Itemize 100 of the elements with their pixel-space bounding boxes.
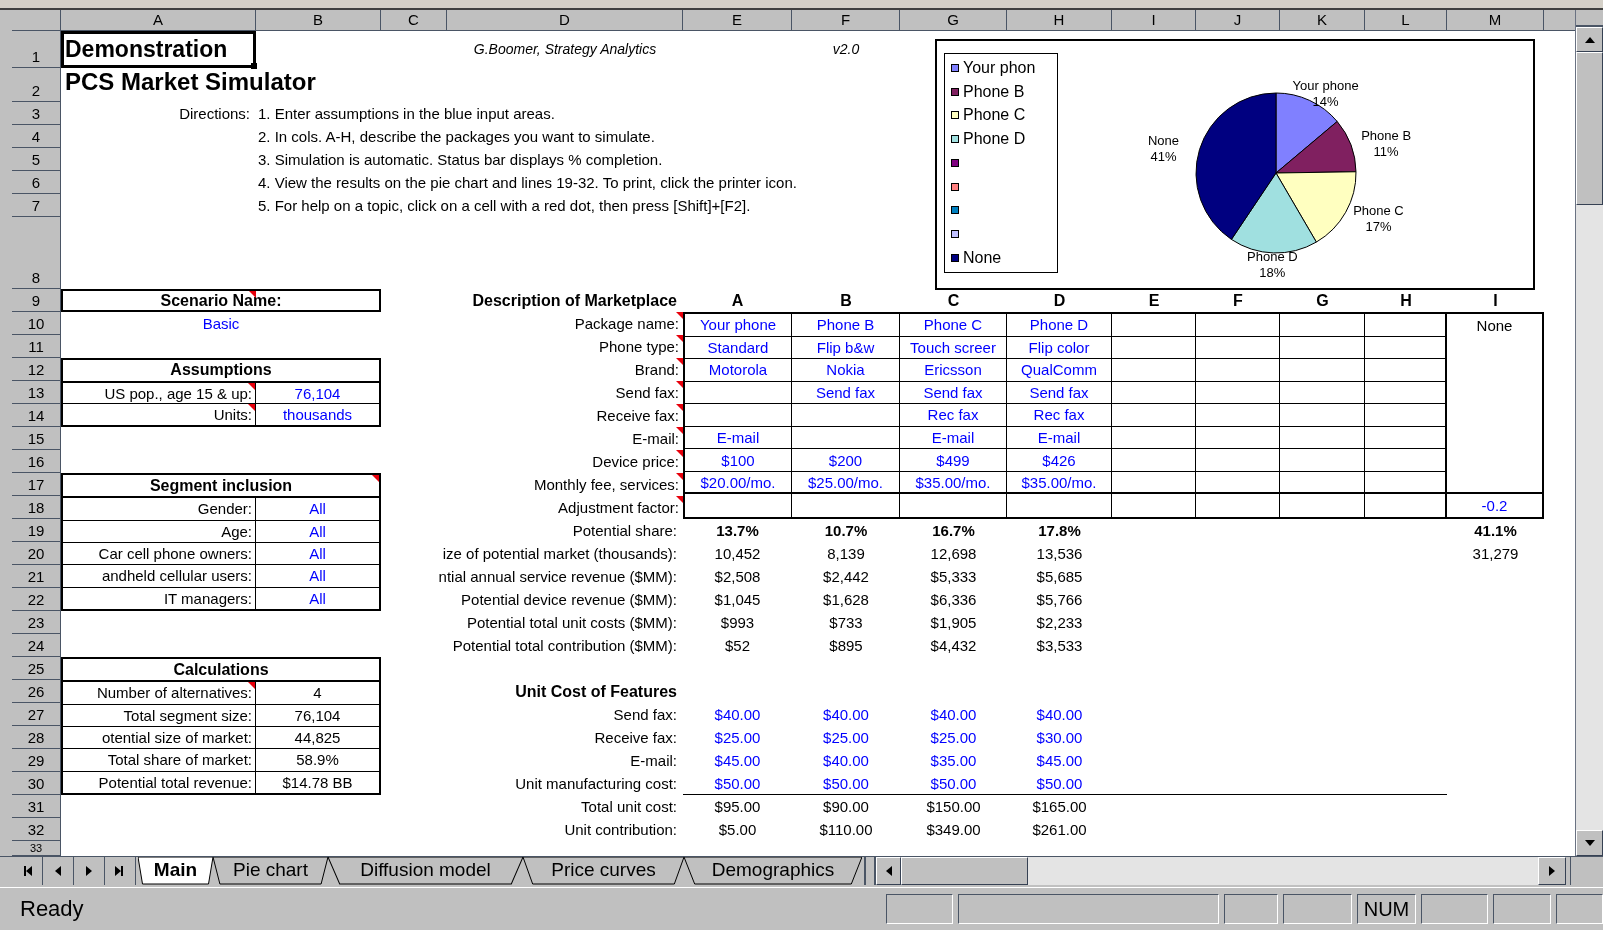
row-header[interactable]: 9 bbox=[12, 289, 61, 312]
column-header[interactable]: L bbox=[1365, 10, 1447, 31]
row-header[interactable]: 15 bbox=[12, 427, 61, 450]
table-cell-text: $150.00 bbox=[925, 797, 982, 817]
column-label: B bbox=[839, 290, 853, 311]
row-header[interactable]: 24 bbox=[12, 634, 61, 657]
row-header[interactable]: 22 bbox=[12, 588, 61, 611]
table-cell-text: $5.00 bbox=[717, 820, 758, 840]
scroll-thumb[interactable] bbox=[1576, 52, 1603, 205]
table-cell-text: 10,452 bbox=[713, 544, 762, 564]
column-header[interactable]: G bbox=[900, 10, 1007, 31]
row-header[interactable]: 12 bbox=[12, 358, 61, 381]
scroll-thumb[interactable] bbox=[901, 857, 1028, 885]
sheet-tab[interactable]: Pie chart bbox=[213, 857, 328, 885]
row-header[interactable]: 1 bbox=[12, 31, 61, 68]
table-cell-text: $35.00 bbox=[929, 751, 978, 771]
column-header[interactable]: A bbox=[61, 10, 256, 31]
table-cell: Your phone bbox=[685, 314, 792, 337]
table-cell: $25.00/mo. bbox=[792, 471, 900, 495]
row-header[interactable]: 23 bbox=[12, 611, 61, 634]
select-all-button[interactable] bbox=[12, 10, 61, 31]
field-label: Unit manufacturing cost: bbox=[514, 774, 678, 794]
field-label: Unit contribution: bbox=[563, 820, 678, 840]
row-header[interactable]: 21 bbox=[12, 565, 61, 588]
table-cell-text: All bbox=[308, 544, 327, 565]
table-cell-text: $25.00 bbox=[713, 728, 762, 748]
row-header[interactable]: 14 bbox=[12, 404, 61, 427]
scroll-down-button[interactable] bbox=[1576, 830, 1603, 856]
row-header[interactable]: 13 bbox=[12, 381, 61, 404]
left-arrow-icon bbox=[53, 866, 63, 876]
table-cell-text: $40.00 bbox=[713, 705, 762, 725]
table-cell-text: $40.00 bbox=[822, 705, 870, 725]
column-header[interactable] bbox=[1544, 10, 1575, 31]
table-cell: Send fax bbox=[900, 381, 1007, 405]
sheet-tab[interactable]: Diffusion model bbox=[328, 857, 523, 885]
field-label: Number of alternatives: bbox=[96, 685, 252, 701]
row-header[interactable]: 20 bbox=[12, 542, 61, 565]
row-header[interactable]: 28 bbox=[12, 726, 61, 749]
scroll-left-button[interactable] bbox=[876, 857, 901, 885]
row-header[interactable]: 2 bbox=[12, 68, 61, 102]
data-label: Phone C 17% bbox=[1353, 203, 1404, 234]
table-cell-text: 44,825 bbox=[293, 728, 342, 749]
table-cell: $200 bbox=[792, 449, 900, 472]
scroll-up-button[interactable] bbox=[1576, 27, 1603, 52]
column-header[interactable]: C bbox=[381, 10, 447, 31]
table-cell: $100 bbox=[685, 449, 792, 472]
row-header[interactable]: 17 bbox=[12, 473, 61, 496]
column-header[interactable]: K bbox=[1280, 10, 1365, 31]
column-header[interactable]: M bbox=[1447, 10, 1544, 31]
row-header[interactable]: 32 bbox=[12, 818, 61, 841]
column-header[interactable]: J bbox=[1196, 10, 1280, 31]
version-text: v2.0 bbox=[831, 40, 861, 59]
sheet-title: Demonstration bbox=[64, 35, 229, 65]
row-header[interactable]: 5 bbox=[12, 148, 61, 171]
scroll-right-button[interactable] bbox=[1538, 857, 1566, 885]
column-header[interactable]: F bbox=[792, 10, 900, 31]
table-cell: Ericsson bbox=[900, 359, 1007, 382]
table-cell-text: 13.7% bbox=[715, 521, 760, 541]
row-header[interactable]: 11 bbox=[12, 335, 61, 358]
table-cell-text: 10.7% bbox=[823, 521, 869, 541]
right-arrow-icon bbox=[84, 866, 94, 876]
table-cell-text: $993 bbox=[719, 613, 756, 633]
row-header[interactable]: 3 bbox=[12, 102, 61, 125]
row-header[interactable]: 26 bbox=[12, 680, 61, 703]
row-header[interactable]: 30 bbox=[12, 772, 61, 795]
table-cell-text: $52 bbox=[724, 636, 751, 656]
section-heading: Assumptions bbox=[170, 362, 272, 379]
column-header[interactable]: I bbox=[1112, 10, 1196, 31]
row-header[interactable]: 10 bbox=[12, 312, 61, 335]
left-arrow-icon bbox=[885, 866, 892, 876]
row-header[interactable]: 29 bbox=[12, 749, 61, 772]
column-header[interactable]: H bbox=[1007, 10, 1112, 31]
row-header[interactable]: 33 bbox=[12, 841, 61, 856]
author-text: G.Boomer, Strategy Analytics bbox=[472, 40, 658, 59]
table-cell-text: $50.00 bbox=[929, 774, 978, 794]
column-header[interactable]: D bbox=[447, 10, 683, 31]
row-header[interactable]: 8 bbox=[12, 217, 61, 289]
column-header[interactable]: E bbox=[683, 10, 792, 31]
column-header[interactable]: B bbox=[256, 10, 381, 31]
row-header[interactable]: 31 bbox=[12, 795, 61, 818]
table-cell-text: $4,432 bbox=[929, 636, 978, 656]
row-header[interactable]: 18 bbox=[12, 496, 61, 519]
sheet-tab[interactable]: Demographics bbox=[684, 857, 862, 885]
legend-label: Phone B bbox=[963, 83, 1025, 100]
field-label: US pop., age 15 & up: bbox=[104, 385, 252, 401]
row-header[interactable]: 19 bbox=[12, 519, 61, 542]
table-cell-text: $2,442 bbox=[822, 567, 870, 587]
table-cell: Phone D bbox=[1007, 314, 1112, 337]
row-header[interactable]: 6 bbox=[12, 171, 61, 194]
sheet-tab[interactable]: Main bbox=[138, 857, 213, 885]
row-header[interactable]: 4 bbox=[12, 125, 61, 148]
table-cell-text: 76,104 bbox=[293, 705, 342, 726]
sheet-tab[interactable]: Price curves bbox=[523, 857, 684, 885]
row-header[interactable]: 25 bbox=[12, 657, 61, 680]
field-label: Device price: bbox=[592, 454, 679, 469]
table-cell-text: $165.00 bbox=[1031, 797, 1088, 817]
row-header[interactable]: 16 bbox=[12, 450, 61, 473]
row-header[interactable]: 27 bbox=[12, 703, 61, 726]
row-header[interactable]: 7 bbox=[12, 194, 61, 217]
field-label: Adjustment factor: bbox=[558, 500, 679, 515]
